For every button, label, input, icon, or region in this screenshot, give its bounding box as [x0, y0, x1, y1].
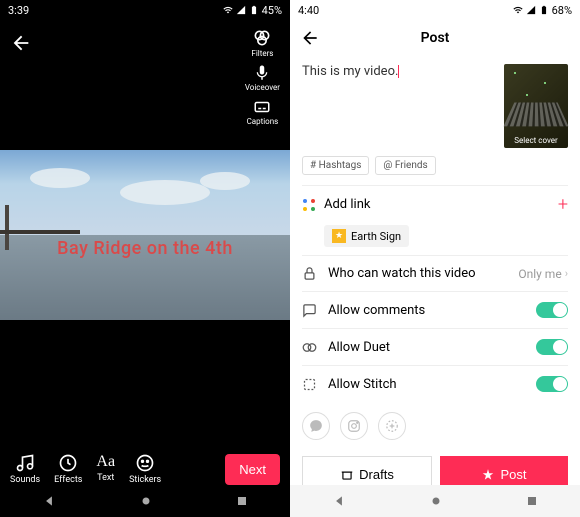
stitch-toggle[interactable]: [536, 376, 568, 392]
share-stories-button[interactable]: [378, 412, 406, 440]
link-dots-icon: [302, 198, 316, 212]
battery-percent: 68%: [552, 4, 572, 17]
share-instagram-button[interactable]: [340, 412, 368, 440]
nav-home-icon[interactable]: [429, 494, 443, 508]
status-icons: 68%: [513, 4, 572, 17]
share-row: [290, 402, 580, 450]
caption-input[interactable]: This is my video.: [302, 64, 496, 148]
battery-icon: [249, 5, 259, 15]
text-button[interactable]: Aa Text: [96, 453, 115, 485]
page-title: Post: [290, 30, 580, 46]
caption-area: This is my video. Select cover: [290, 56, 580, 152]
voiceover-button[interactable]: Voiceover: [245, 64, 280, 92]
text-cursor: [398, 65, 399, 78]
allow-stitch-row: Allow Stitch: [302, 365, 568, 402]
stickers-icon: [135, 453, 155, 473]
stickers-button[interactable]: Stickers: [129, 453, 161, 485]
wifi-icon: [513, 5, 523, 15]
chevron-right-icon: ›: [565, 267, 568, 280]
post-screen: 4:40 68% Post This is my video.: [290, 0, 580, 517]
nav-recent-icon[interactable]: [526, 495, 538, 507]
friends-chip[interactable]: @ Friends: [375, 156, 435, 175]
nav-back-icon[interactable]: [42, 494, 56, 508]
back-button[interactable]: [10, 28, 32, 54]
earth-sign-icon: ★: [332, 229, 346, 243]
status-icons: 45%: [223, 4, 282, 17]
video-text-overlay[interactable]: Bay Ridge on the 4th: [0, 238, 290, 259]
lock-icon: [302, 266, 318, 281]
video-preview[interactable]: Bay Ridge on the 4th: [0, 150, 290, 320]
signal-icon: [526, 5, 536, 15]
bottom-toolbar: Sounds Effects Aa Text Stickers Next: [0, 453, 290, 485]
mic-icon: [253, 64, 271, 82]
status-time: 4:40: [298, 4, 319, 17]
text-icon: Aa: [96, 453, 115, 471]
captions-button[interactable]: Captions: [247, 98, 279, 126]
privacy-row[interactable]: Who can watch this video Only me ›: [302, 255, 568, 291]
edit-header: Filters Voiceover Captions: [0, 20, 290, 150]
hashtags-chip[interactable]: # Hashtags: [302, 156, 369, 175]
filters-button[interactable]: Filters: [251, 28, 273, 58]
chips-row: # Hashtags @ Friends: [290, 152, 580, 185]
share-message-button[interactable]: [302, 412, 330, 440]
allow-duet-row: Allow Duet: [302, 328, 568, 365]
add-link-row[interactable]: Add link +: [302, 185, 568, 223]
comments-toggle[interactable]: [536, 302, 568, 318]
drafts-icon: [340, 468, 354, 482]
back-arrow-icon: [10, 32, 32, 54]
side-tools: Filters Voiceover Captions: [245, 28, 280, 126]
back-button[interactable]: [300, 28, 320, 48]
sounds-button[interactable]: Sounds: [10, 453, 40, 485]
wifi-icon: [223, 5, 233, 15]
status-bar: 4:40 68%: [290, 0, 580, 20]
edit-screen: 3:39 45% Filters Voiceover: [0, 0, 290, 517]
filters-icon: [252, 28, 272, 48]
android-nav: [290, 485, 580, 517]
effects-icon: [58, 453, 78, 473]
music-icon: [15, 453, 35, 473]
duet-icon: [302, 340, 318, 355]
attached-link[interactable]: ★ Earth Sign: [324, 225, 409, 247]
signal-icon: [236, 5, 246, 15]
back-arrow-icon: [300, 28, 320, 48]
privacy-value: Only me ›: [518, 267, 568, 281]
post-header: Post: [290, 20, 580, 56]
effects-button[interactable]: Effects: [54, 453, 82, 485]
battery-icon: [539, 5, 549, 15]
duet-toggle[interactable]: [536, 339, 568, 355]
nav-home-icon[interactable]: [139, 494, 153, 508]
post-icon: [481, 468, 495, 482]
comment-icon: [302, 303, 318, 318]
stitch-icon: [302, 377, 318, 392]
status-bar: 3:39 45%: [0, 0, 290, 20]
plus-icon: +: [558, 194, 568, 215]
captions-icon: [253, 98, 271, 116]
next-button[interactable]: Next: [225, 454, 280, 485]
nav-back-icon[interactable]: [332, 494, 346, 508]
battery-percent: 45%: [262, 4, 282, 17]
allow-comments-row: Allow comments: [302, 291, 568, 328]
select-cover-button[interactable]: Select cover: [504, 64, 568, 148]
android-nav: [0, 485, 290, 517]
status-time: 3:39: [8, 4, 29, 17]
nav-recent-icon[interactable]: [236, 495, 248, 507]
